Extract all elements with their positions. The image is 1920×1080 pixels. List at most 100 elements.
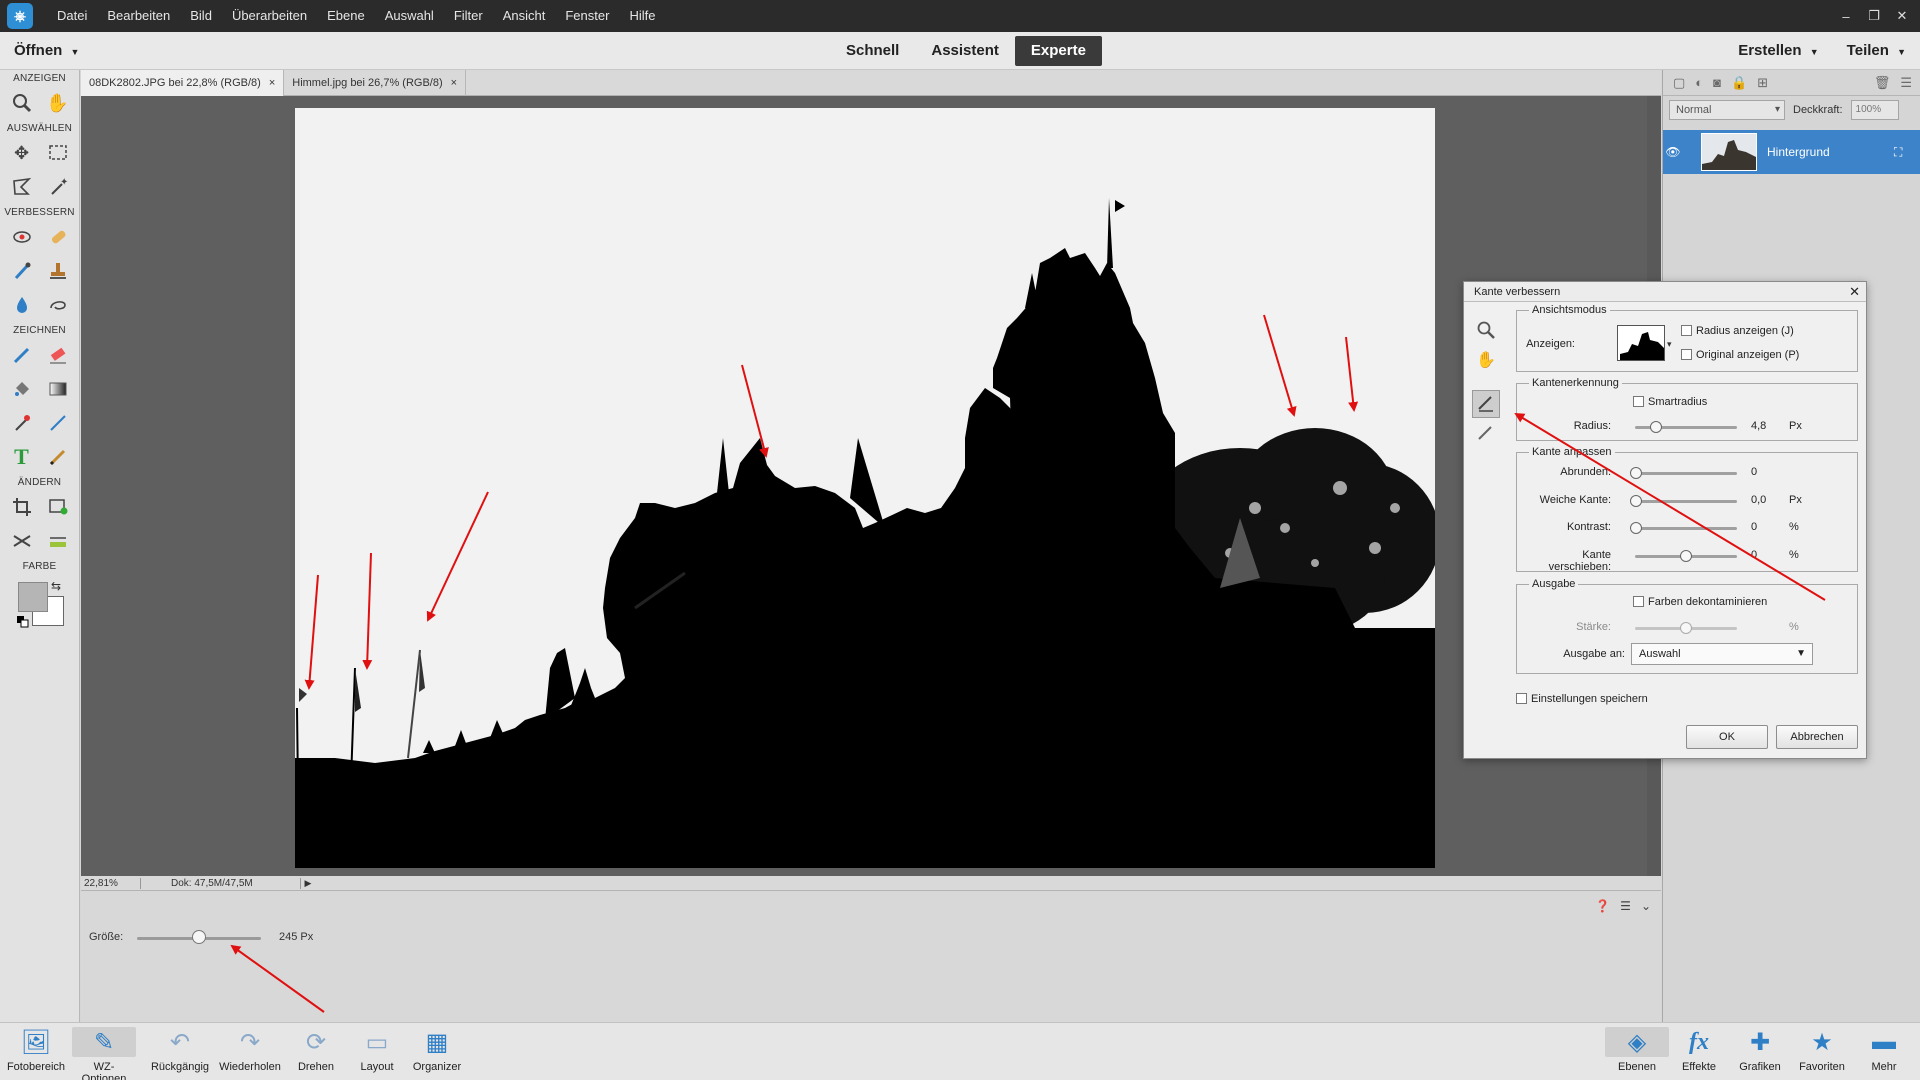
layer-row-background[interactable]: 👁 Hintergrund ⛶	[1663, 130, 1920, 174]
brush-tool-icon[interactable]	[7, 340, 37, 370]
erase-refinements-tool-icon[interactable]	[1472, 420, 1500, 448]
swap-colors-icon[interactable]: ⇆	[51, 579, 61, 593]
red-eye-tool-icon[interactable]	[7, 222, 37, 252]
zoom-level-field[interactable]: 22,81%	[81, 877, 141, 889]
more-button[interactable]: ▬ Mehr	[1852, 1027, 1916, 1073]
adjustment-layer-icon[interactable]: ◐	[1695, 75, 1703, 90]
spot-healing-tool-icon[interactable]	[43, 222, 73, 252]
cancel-button[interactable]: Abbrechen	[1776, 725, 1858, 749]
default-colors-icon[interactable]	[17, 616, 29, 628]
radius-value[interactable]: 4,8	[1751, 420, 1766, 432]
view-mode-thumbnail[interactable]	[1617, 325, 1665, 361]
sponge-tool-icon[interactable]	[43, 290, 73, 320]
zoom-tool-icon[interactable]	[7, 88, 37, 118]
effects-button[interactable]: fx Effekte	[1667, 1027, 1731, 1074]
clone-stamp-tool-icon[interactable]	[43, 256, 73, 286]
smooth-value[interactable]: 0	[1751, 466, 1757, 478]
new-layer-icon[interactable]: ▢	[1673, 75, 1685, 91]
mode-experte-button[interactable]: Experte	[1014, 36, 1102, 66]
document-tab[interactable]: Himmel.jpg bei 26,7% (RGB/8) ×	[284, 70, 467, 96]
lasso-tool-icon[interactable]	[7, 172, 37, 202]
ok-button[interactable]: OK	[1686, 725, 1768, 749]
share-button[interactable]: Teilen ▼	[1819, 32, 1906, 71]
remember-settings-checkbox[interactable]	[1516, 693, 1527, 704]
close-tab-icon[interactable]: ×	[269, 77, 275, 89]
menu-hilfe[interactable]: Hilfe	[619, 0, 665, 32]
line-tool-icon[interactable]	[43, 408, 73, 438]
trash-icon[interactable]: 🗑	[1874, 75, 1891, 91]
eye-icon[interactable]: 👁	[1663, 145, 1683, 159]
paint-bucket-tool-icon[interactable]	[7, 374, 37, 404]
menu-filter[interactable]: Filter	[444, 0, 493, 32]
rotate-button[interactable]: ⟳ Drehen	[284, 1027, 348, 1074]
eraser-tool-icon[interactable]	[43, 340, 73, 370]
hand-tool-icon[interactable]: ✋	[43, 88, 73, 118]
decontaminate-option[interactable]: Farben dekontaminieren	[1633, 596, 1767, 608]
hand-tool-icon[interactable]: ✋	[1472, 346, 1500, 374]
favorites-button[interactable]: ★ Favoriten	[1790, 1027, 1854, 1074]
lock-icon[interactable]: 🔒	[1731, 75, 1747, 91]
contrast-slider-track[interactable]	[1635, 527, 1737, 530]
radius-slider-thumb[interactable]	[1650, 421, 1662, 433]
eyedropper-tool-icon[interactable]	[7, 408, 37, 438]
menu-bild[interactable]: Bild	[180, 0, 222, 32]
close-tab-icon[interactable]: ×	[451, 77, 457, 89]
feather-slider-track[interactable]	[1635, 500, 1737, 503]
feather-slider-thumb[interactable]	[1630, 495, 1642, 507]
smart-brush-tool-icon[interactable]	[7, 256, 37, 286]
output-to-select[interactable]: Auswahl ▼	[1631, 643, 1813, 665]
menu-ueberarbeiten[interactable]: Überarbeiten	[222, 0, 317, 32]
pencil-tool-icon[interactable]	[43, 442, 73, 472]
type-tool-icon[interactable]: T	[7, 442, 37, 472]
magic-wand-tool-icon[interactable]: ✦	[43, 172, 73, 202]
smooth-slider-thumb[interactable]	[1630, 467, 1642, 479]
close-window-icon[interactable]: ✕	[1888, 8, 1916, 24]
mode-assistent-button[interactable]: Assistent	[915, 36, 1015, 66]
smart-radius-checkbox[interactable]	[1633, 396, 1644, 407]
layer-lock-icon[interactable]: ⛶	[1894, 145, 1920, 160]
minimize-icon[interactable]: ‒	[1832, 9, 1860, 24]
play-icon[interactable]: ▶	[301, 878, 315, 889]
organizer-button[interactable]: ▦ Organizer	[405, 1027, 469, 1074]
contrast-slider-thumb[interactable]	[1630, 522, 1642, 534]
foreground-color-swatch[interactable]	[18, 582, 48, 612]
create-button[interactable]: Erstellen ▼	[1710, 32, 1818, 71]
opacity-field[interactable]: 100%	[1850, 100, 1899, 120]
photo-bin-button[interactable]: 🖼 Fotobereich	[4, 1027, 68, 1074]
content-aware-move-tool-icon[interactable]	[7, 526, 37, 556]
menu-auswahl[interactable]: Auswahl	[375, 0, 444, 32]
move-tool-icon[interactable]: ✥	[7, 138, 37, 168]
remember-settings-option[interactable]: Einstellungen speichern	[1516, 693, 1648, 705]
document-tab[interactable]: 08DK2802.JPG bei 22,8% (RGB/8) ×	[81, 70, 285, 96]
menu-ebene[interactable]: Ebene	[317, 0, 375, 32]
shift-edge-value[interactable]: 0	[1751, 549, 1757, 561]
zoom-tool-icon[interactable]	[1472, 316, 1500, 344]
graphics-button[interactable]: ✚ Grafiken	[1728, 1027, 1792, 1074]
marquee-tool-icon[interactable]	[43, 138, 73, 168]
menu-lines-icon[interactable]: ☰	[1620, 899, 1631, 913]
redo-button[interactable]: ↷ Wiederholen	[218, 1027, 282, 1074]
smart-radius-option[interactable]: Smartradius	[1633, 396, 1707, 408]
feather-value[interactable]: 0,0	[1751, 494, 1766, 506]
panel-menu-icon[interactable]: ☰	[1900, 75, 1912, 91]
show-original-checkbox[interactable]	[1681, 349, 1692, 360]
layout-button[interactable]: ▭ Layout	[345, 1027, 409, 1074]
blur-tool-icon[interactable]	[7, 290, 37, 320]
undo-button[interactable]: ↶ Rückgängig	[148, 1027, 212, 1074]
show-radius-checkbox[interactable]	[1681, 325, 1692, 336]
show-radius-option[interactable]: Radius anzeigen (J)	[1681, 325, 1794, 337]
lock-transparent-icon[interactable]: ⊞	[1757, 75, 1768, 91]
crop-tool-icon[interactable]	[7, 492, 37, 522]
recompose-tool-icon[interactable]	[43, 492, 73, 522]
help-icon[interactable]: ❓	[1595, 899, 1610, 913]
decontaminate-checkbox[interactable]	[1633, 596, 1644, 607]
layer-mask-icon[interactable]: ◙	[1713, 75, 1721, 90]
menu-fenster[interactable]: Fenster	[555, 0, 619, 32]
restore-icon[interactable]: ❐	[1860, 8, 1888, 24]
chevron-down-icon[interactable]: ⌄	[1641, 899, 1651, 913]
close-icon[interactable]: ✕	[1849, 282, 1860, 302]
tool-options-button[interactable]: ✎ WZ-Optionen	[72, 1027, 136, 1080]
open-button[interactable]: Öffnen ▼	[14, 32, 79, 71]
straighten-tool-icon[interactable]	[43, 526, 73, 556]
chevron-down-icon[interactable]: ▾	[1667, 339, 1672, 350]
